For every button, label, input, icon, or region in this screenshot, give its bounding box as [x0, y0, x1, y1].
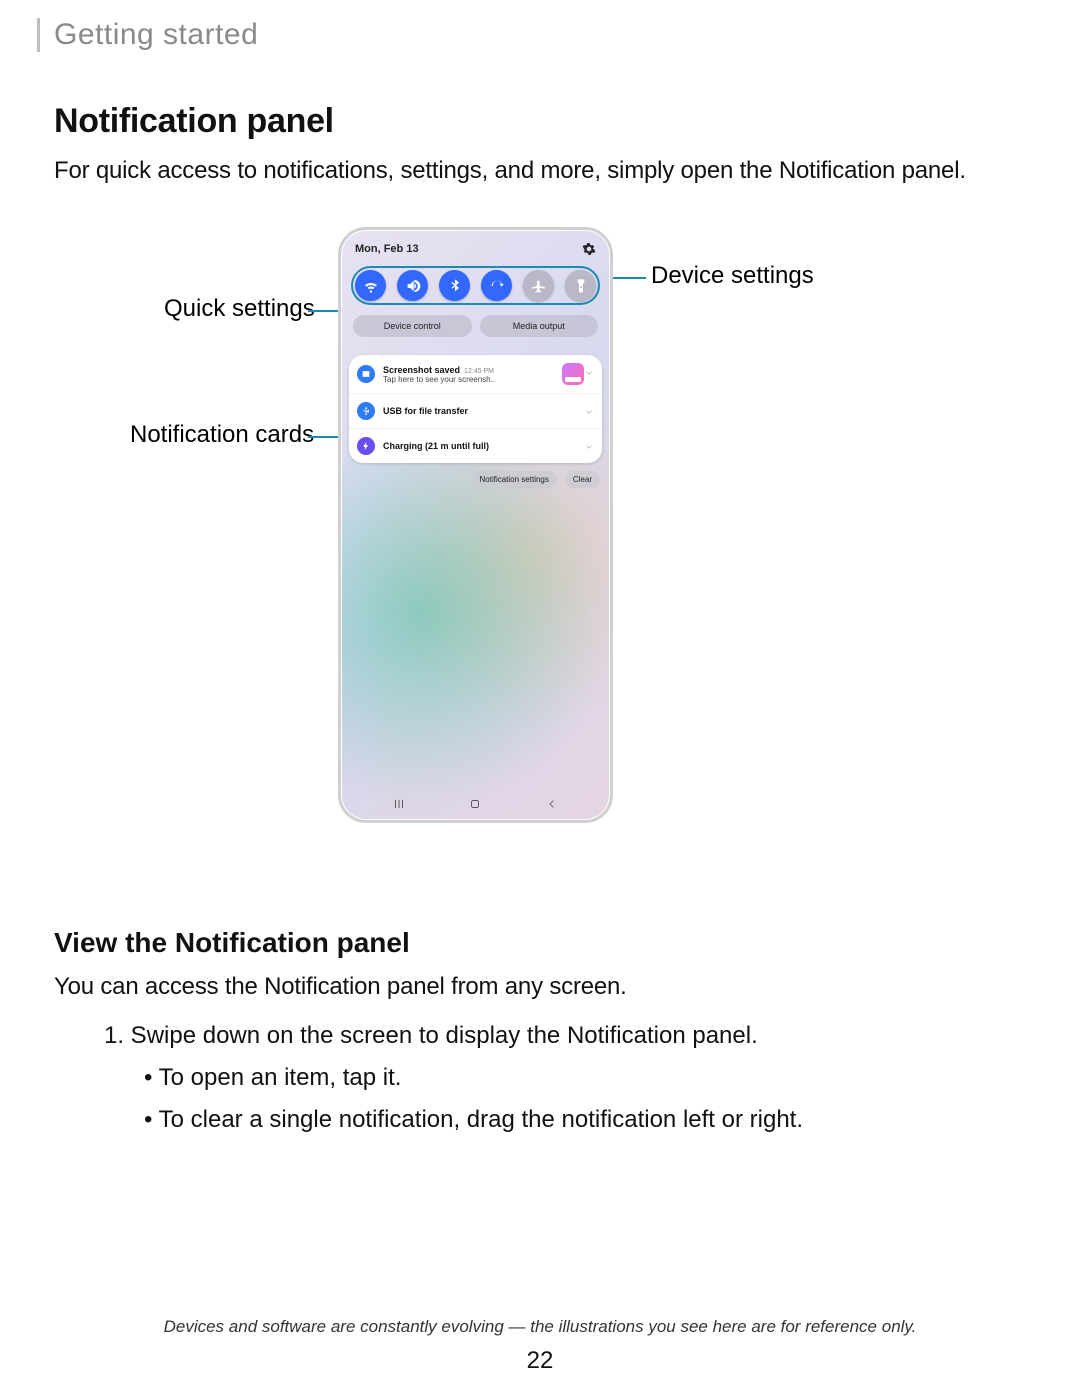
callout-device-settings: Device settings: [651, 262, 814, 290]
screenshot-thumbnail: [562, 363, 584, 385]
nav-bar: [341, 796, 610, 812]
page-number: 22: [0, 1347, 1080, 1375]
bolt-icon: [357, 437, 375, 455]
clear-button[interactable]: Clear: [565, 471, 600, 488]
image-icon: [357, 365, 375, 383]
card-title: USB for file transfer: [383, 406, 594, 416]
device-control-chip[interactable]: Device control: [353, 315, 472, 337]
notification-cards: Screenshot saved 12:45 PM Tap here to see…: [349, 355, 602, 463]
card-title: Screenshot saved: [383, 365, 460, 375]
chevron-down-icon[interactable]: [584, 365, 594, 375]
card-title: Charging (21 m until full): [383, 441, 594, 451]
footnote: Devices and software are constantly evol…: [0, 1317, 1080, 1337]
rotate-icon[interactable]: [481, 270, 512, 301]
chevron-down-icon[interactable]: [584, 404, 594, 414]
step-item: 1. Swipe down on the screen to display t…: [104, 1022, 1026, 1050]
notification-settings-button[interactable]: Notification settings: [472, 471, 557, 488]
gear-icon[interactable]: [582, 242, 596, 256]
callout-line: [308, 310, 340, 312]
chevron-down-icon[interactable]: [584, 439, 594, 449]
section-body: You can access the Notification panel fr…: [54, 971, 1026, 1003]
notification-card[interactable]: USB for file transfer: [349, 394, 602, 429]
status-date: Mon, Feb 13: [355, 243, 419, 255]
bluetooth-icon[interactable]: [439, 270, 470, 301]
notification-card[interactable]: Charging (21 m until full): [349, 429, 602, 463]
media-output-chip[interactable]: Media output: [480, 315, 599, 337]
bullet-item: To open an item, tap it.: [144, 1064, 1026, 1092]
sound-icon[interactable]: [397, 270, 428, 301]
flashlight-icon[interactable]: [565, 270, 596, 301]
card-subtitle: Tap here to see your screensh..: [383, 375, 556, 384]
wifi-icon[interactable]: [355, 270, 386, 301]
back-icon[interactable]: [544, 796, 560, 812]
quick-settings-row: [351, 266, 600, 305]
chapter-heading: Getting started: [37, 18, 1026, 52]
card-time: 12:45 PM: [464, 368, 494, 375]
callout-notification-cards: Notification cards: [130, 421, 314, 449]
illustration: Quick settings Notification cards Device…: [54, 227, 1026, 887]
page-title: Notification panel: [54, 102, 1026, 141]
intro-text: For quick access to notifications, setti…: [54, 155, 1026, 187]
home-icon[interactable]: [467, 796, 483, 812]
recents-icon[interactable]: [391, 796, 407, 812]
callout-quick-settings: Quick settings: [164, 295, 315, 323]
usb-icon: [357, 402, 375, 420]
phone-mock: Mon, Feb 13 Device control Media output: [338, 227, 613, 823]
section-heading: View the Notification panel: [54, 927, 1026, 959]
airplane-icon[interactable]: [523, 270, 554, 301]
notification-card[interactable]: Screenshot saved 12:45 PM Tap here to see…: [349, 355, 602, 394]
bullet-item: To clear a single notification, drag the…: [144, 1106, 1026, 1134]
